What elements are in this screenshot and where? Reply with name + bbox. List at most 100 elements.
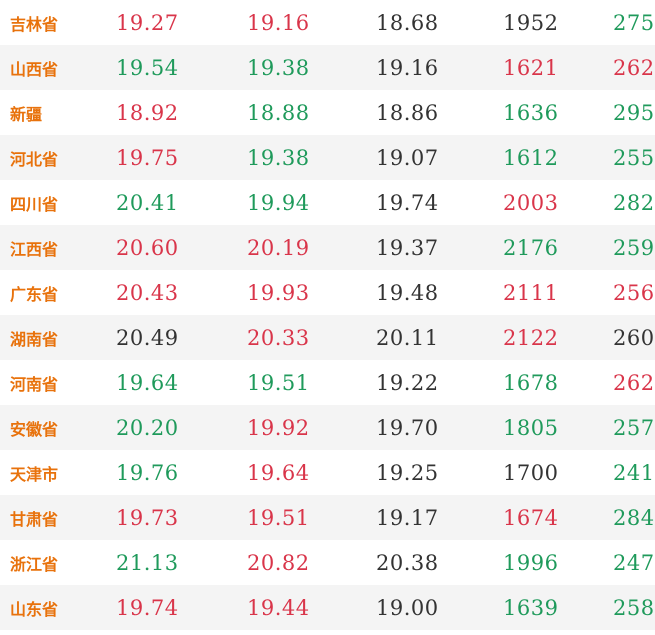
- value-cell: 18.92: [116, 100, 179, 125]
- value-cell: 19.25: [376, 460, 439, 485]
- value-cell: 20.41: [116, 190, 179, 215]
- value-cell: 2628: [613, 55, 655, 80]
- value-cell: 19.51: [247, 370, 310, 395]
- value-cell: 1612: [503, 145, 559, 170]
- table-row: 山西省 19.54 19.38 19.16 1621 2628: [0, 45, 655, 90]
- value-cell: 1700: [503, 460, 559, 485]
- value-cell: 19.22: [376, 370, 439, 395]
- value-cell: 20.11: [376, 325, 439, 350]
- value-cell: 1674: [503, 505, 559, 530]
- value-cell: 19.70: [376, 415, 439, 440]
- value-cell: 2954: [613, 100, 655, 125]
- price-table: 吉林省 19.27 19.16 18.68 1952 2756 山西省 19.5…: [0, 0, 655, 630]
- value-cell: 19.48: [376, 280, 439, 305]
- value-cell: 19.16: [247, 10, 310, 35]
- value-cell: 20.82: [247, 550, 310, 575]
- table-row: 湖南省 20.49 20.33 20.11 2122 2600: [0, 315, 655, 360]
- region-cell: 浙江省: [10, 554, 59, 574]
- value-cell: 19.76: [116, 460, 179, 485]
- value-cell: 2003: [503, 190, 559, 215]
- value-cell: 19.27: [116, 10, 179, 35]
- value-cell: 20.38: [376, 550, 439, 575]
- value-cell: 1678: [503, 370, 559, 395]
- value-cell: 21.13: [116, 550, 179, 575]
- table-row: 浙江省 21.13 20.82 20.38 1996 2473: [0, 540, 655, 585]
- value-cell: 1805: [503, 415, 559, 440]
- region-cell: 河北省: [10, 149, 59, 169]
- value-cell: 18.86: [376, 100, 439, 125]
- table-row: 河北省 19.75 19.38 19.07 1612 2553: [0, 135, 655, 180]
- value-cell: 19.74: [116, 595, 179, 620]
- region-cell: 安徽省: [10, 419, 59, 439]
- value-cell: 19.51: [247, 505, 310, 530]
- value-cell: 19.64: [116, 370, 179, 395]
- region-cell: 山西省: [10, 59, 59, 79]
- value-cell: 2419: [613, 460, 655, 485]
- table-row: 四川省 20.41 19.94 19.74 2003 2826: [0, 180, 655, 225]
- value-cell: 19.17: [376, 505, 439, 530]
- region-cell: 吉林省: [10, 14, 59, 34]
- value-cell: 20.43: [116, 280, 179, 305]
- value-cell: 1621: [503, 55, 559, 80]
- value-cell: 2573: [613, 415, 655, 440]
- value-cell: 19.44: [247, 595, 310, 620]
- region-cell: 四川省: [10, 194, 59, 214]
- value-cell: 19.38: [247, 145, 310, 170]
- value-cell: 19.94: [247, 190, 310, 215]
- table-row: 广东省 20.43 19.93 19.48 2111 2569: [0, 270, 655, 315]
- region-cell: 广东省: [10, 284, 59, 304]
- price-table-body: 吉林省 19.27 19.16 18.68 1952 2756 山西省 19.5…: [0, 0, 655, 630]
- region-cell: 甘肃省: [10, 509, 59, 529]
- region-cell: 江西省: [10, 239, 59, 259]
- table-row: 山东省 19.74 19.44 19.00 1639 2582: [0, 585, 655, 630]
- value-cell: 2111: [503, 280, 559, 305]
- value-cell: 2122: [503, 325, 559, 350]
- value-cell: 2569: [613, 280, 655, 305]
- value-cell: 20.19: [247, 235, 310, 260]
- value-cell: 1996: [503, 550, 559, 575]
- region-cell: 湖南省: [10, 329, 59, 349]
- region-cell: 山东省: [10, 599, 59, 619]
- region-cell: 河南省: [10, 374, 59, 394]
- value-cell: 19.92: [247, 415, 310, 440]
- value-cell: 1952: [503, 10, 559, 35]
- table-row: 新疆 18.92 18.88 18.86 1636 2954: [0, 90, 655, 135]
- value-cell: 19.07: [376, 145, 439, 170]
- value-cell: 19.73: [116, 505, 179, 530]
- value-cell: 2841: [613, 505, 655, 530]
- table-row: 天津市 19.76 19.64 19.25 1700 2419: [0, 450, 655, 495]
- value-cell: 2473: [613, 550, 655, 575]
- value-cell: 1639: [503, 595, 559, 620]
- table-row: 甘肃省 19.73 19.51 19.17 1674 2841: [0, 495, 655, 540]
- table-row: 河南省 19.64 19.51 19.22 1678 2624: [0, 360, 655, 405]
- value-cell: 19.00: [376, 595, 439, 620]
- value-cell: 2582: [613, 595, 655, 620]
- value-cell: 2756: [613, 10, 655, 35]
- value-cell: 2553: [613, 145, 655, 170]
- region-cell: 天津市: [10, 464, 59, 484]
- value-cell: 2624: [613, 370, 655, 395]
- value-cell: 18.68: [376, 10, 439, 35]
- value-cell: 19.37: [376, 235, 439, 260]
- value-cell: 19.93: [247, 280, 310, 305]
- value-cell: 20.20: [116, 415, 179, 440]
- value-cell: 1636: [503, 100, 559, 125]
- value-cell: 2591: [613, 235, 655, 260]
- table-row: 江西省 20.60 20.19 19.37 2176 2591: [0, 225, 655, 270]
- value-cell: 20.49: [116, 325, 179, 350]
- region-cell: 新疆: [10, 104, 43, 124]
- value-cell: 19.38: [247, 55, 310, 80]
- value-cell: 2176: [503, 235, 559, 260]
- value-cell: 20.60: [116, 235, 179, 260]
- value-cell: 18.88: [247, 100, 310, 125]
- value-cell: 2600: [613, 325, 655, 350]
- value-cell: 19.54: [116, 55, 179, 80]
- value-cell: 19.16: [376, 55, 439, 80]
- value-cell: 20.33: [247, 325, 310, 350]
- table-row: 安徽省 20.20 19.92 19.70 1805 2573: [0, 405, 655, 450]
- value-cell: 19.75: [116, 145, 179, 170]
- value-cell: 2826: [613, 190, 655, 215]
- value-cell: 19.74: [376, 190, 439, 215]
- table-row: 吉林省 19.27 19.16 18.68 1952 2756: [0, 0, 655, 45]
- value-cell: 19.64: [247, 460, 310, 485]
